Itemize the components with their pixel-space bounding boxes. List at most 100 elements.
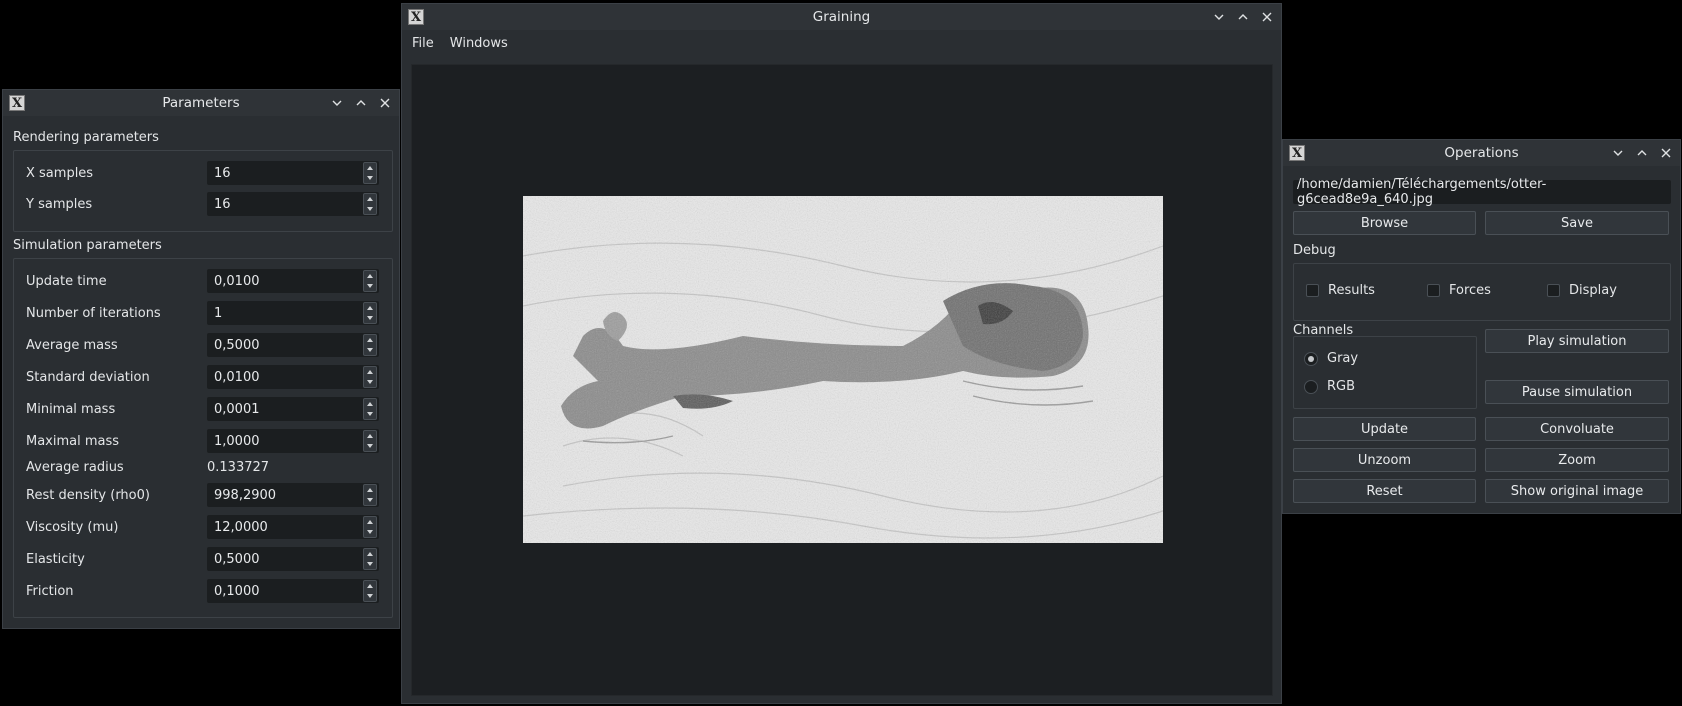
unzoom-button[interactable]: Unzoom (1293, 448, 1476, 472)
param-label: Update time (26, 273, 107, 289)
operations-titlebar[interactable]: X Operations (1283, 140, 1680, 166)
param-label: Elasticity (26, 551, 85, 567)
graining-window: X Graining File Windows (401, 3, 1282, 704)
param-row-update-time: Update time 0,0100 (26, 269, 380, 293)
menu-file[interactable]: File (412, 36, 434, 51)
minimize-icon[interactable] (1209, 7, 1229, 27)
spin-arrows-icon[interactable] (363, 302, 377, 324)
param-row-minimal-mass: Minimal mass 0,0001 (26, 397, 380, 421)
x-samples-spinbox[interactable]: 16 (207, 161, 379, 185)
rgb-radio[interactable]: RGB (1304, 379, 1355, 394)
x11-app-icon: X (1289, 145, 1305, 161)
param-label: Average radius (26, 459, 124, 475)
update-button[interactable]: Update (1293, 417, 1476, 441)
rendering-section-title: Rendering parameters (13, 130, 159, 145)
rest-density-spinbox[interactable]: 998,2900 (207, 483, 379, 507)
param-row-friction: Friction 0,1000 (26, 579, 380, 603)
x11-app-icon: X (408, 9, 424, 25)
checkbox-label: Display (1569, 283, 1617, 298)
operations-title: Operations (1444, 145, 1519, 161)
otter-image (523, 196, 1163, 543)
param-row-average-radius: Average radius 0.133727 (26, 455, 380, 479)
browse-button[interactable]: Browse (1293, 211, 1476, 235)
parameters-titlebar[interactable]: X Parameters (3, 90, 399, 116)
friction-spinbox[interactable]: 0,1000 (207, 579, 379, 603)
spin-arrows-icon[interactable] (363, 398, 377, 420)
param-label: X samples (26, 165, 94, 181)
forces-checkbox[interactable]: Forces (1427, 283, 1491, 298)
param-row-maximal-mass: Maximal mass 1,0000 (26, 429, 380, 453)
iterations-spinbox[interactable]: 1 (207, 301, 379, 325)
image-canvas[interactable] (411, 64, 1273, 696)
param-label: Y samples (26, 196, 93, 212)
param-label: Viscosity (mu) (26, 519, 119, 535)
spin-arrows-icon[interactable] (363, 366, 377, 388)
spin-arrows-icon[interactable] (363, 516, 377, 538)
display-checkbox[interactable]: Display (1547, 283, 1617, 298)
maximize-icon[interactable] (1632, 143, 1652, 163)
graining-titlebar[interactable]: X Graining (402, 4, 1281, 30)
close-icon[interactable] (375, 93, 395, 113)
param-row-elasticity: Elasticity 0,5000 (26, 547, 380, 571)
checkbox-label: Results (1328, 283, 1375, 298)
play-simulation-button[interactable]: Play simulation (1485, 329, 1669, 353)
minimize-icon[interactable] (327, 93, 347, 113)
param-row-y-samples: Y samples 16 (26, 192, 380, 216)
y-samples-spinbox[interactable]: 16 (207, 192, 379, 216)
minimize-icon[interactable] (1608, 143, 1628, 163)
param-label: Friction (26, 583, 74, 599)
rendering-group: X samples 16 Y samples 16 (13, 150, 393, 232)
checkbox-box[interactable] (1427, 284, 1440, 297)
spin-arrows-icon[interactable] (363, 484, 377, 506)
convoluate-button[interactable]: Convoluate (1485, 417, 1669, 441)
spin-arrows-icon[interactable] (363, 430, 377, 452)
reset-button[interactable]: Reset (1293, 479, 1476, 503)
spin-arrows-icon[interactable] (363, 162, 377, 184)
spin-arrows-icon[interactable] (363, 193, 377, 215)
param-row-x-samples: X samples 16 (26, 161, 380, 185)
maximal-mass-spinbox[interactable]: 1,0000 (207, 429, 379, 453)
std-dev-spinbox[interactable]: 0,0100 (207, 365, 379, 389)
checkbox-box[interactable] (1306, 284, 1319, 297)
spin-arrows-icon[interactable] (363, 270, 377, 292)
menu-windows[interactable]: Windows (450, 36, 508, 51)
update-time-spinbox[interactable]: 0,0100 (207, 269, 379, 293)
maximize-icon[interactable] (1233, 7, 1253, 27)
param-label: Standard deviation (26, 369, 150, 385)
channels-group: Gray RGB (1293, 336, 1477, 409)
show-original-image-button[interactable]: Show original image (1485, 479, 1669, 503)
param-label: Minimal mass (26, 401, 116, 417)
spin-arrows-icon[interactable] (363, 334, 377, 356)
checkbox-label: Forces (1449, 283, 1491, 298)
file-path-field[interactable]: /home/damien/Téléchargements/otter-g6cea… (1293, 177, 1671, 207)
spin-arrows-icon[interactable] (363, 580, 377, 602)
param-row-rest-density: Rest density (rho0) 998,2900 (26, 483, 380, 507)
operations-window: X Operations /home/damien/Téléchargement… (1282, 139, 1681, 514)
pause-simulation-button[interactable]: Pause simulation (1485, 380, 1669, 404)
param-label: Number of iterations (26, 305, 161, 321)
spin-arrows-icon[interactable] (363, 548, 377, 570)
radio-dot[interactable] (1304, 379, 1318, 394)
param-row-std-dev: Standard deviation 0,0100 (26, 365, 380, 389)
minimal-mass-spinbox[interactable]: 0,0001 (207, 397, 379, 421)
average-radius-value: 0.133727 (207, 459, 270, 475)
elasticity-spinbox[interactable]: 0,5000 (207, 547, 379, 571)
radio-label: Gray (1327, 351, 1359, 366)
param-row-average-mass: Average mass 0,5000 (26, 333, 380, 357)
average-mass-spinbox[interactable]: 0,5000 (207, 333, 379, 357)
close-icon[interactable] (1257, 7, 1277, 27)
x11-app-icon: X (9, 95, 25, 111)
debug-section-title: Debug (1293, 243, 1336, 258)
maximize-icon[interactable] (351, 93, 371, 113)
radio-dot[interactable] (1304, 351, 1318, 366)
param-label: Average mass (26, 337, 118, 353)
gray-radio[interactable]: Gray (1304, 351, 1358, 366)
results-checkbox[interactable]: Results (1306, 283, 1375, 298)
debug-group: Results Forces Display (1293, 263, 1671, 321)
save-button[interactable]: Save (1485, 211, 1669, 235)
parameters-title: Parameters (162, 95, 240, 111)
viscosity-spinbox[interactable]: 12,0000 (207, 515, 379, 539)
zoom-button[interactable]: Zoom (1485, 448, 1669, 472)
close-icon[interactable] (1656, 143, 1676, 163)
checkbox-box[interactable] (1547, 284, 1560, 297)
